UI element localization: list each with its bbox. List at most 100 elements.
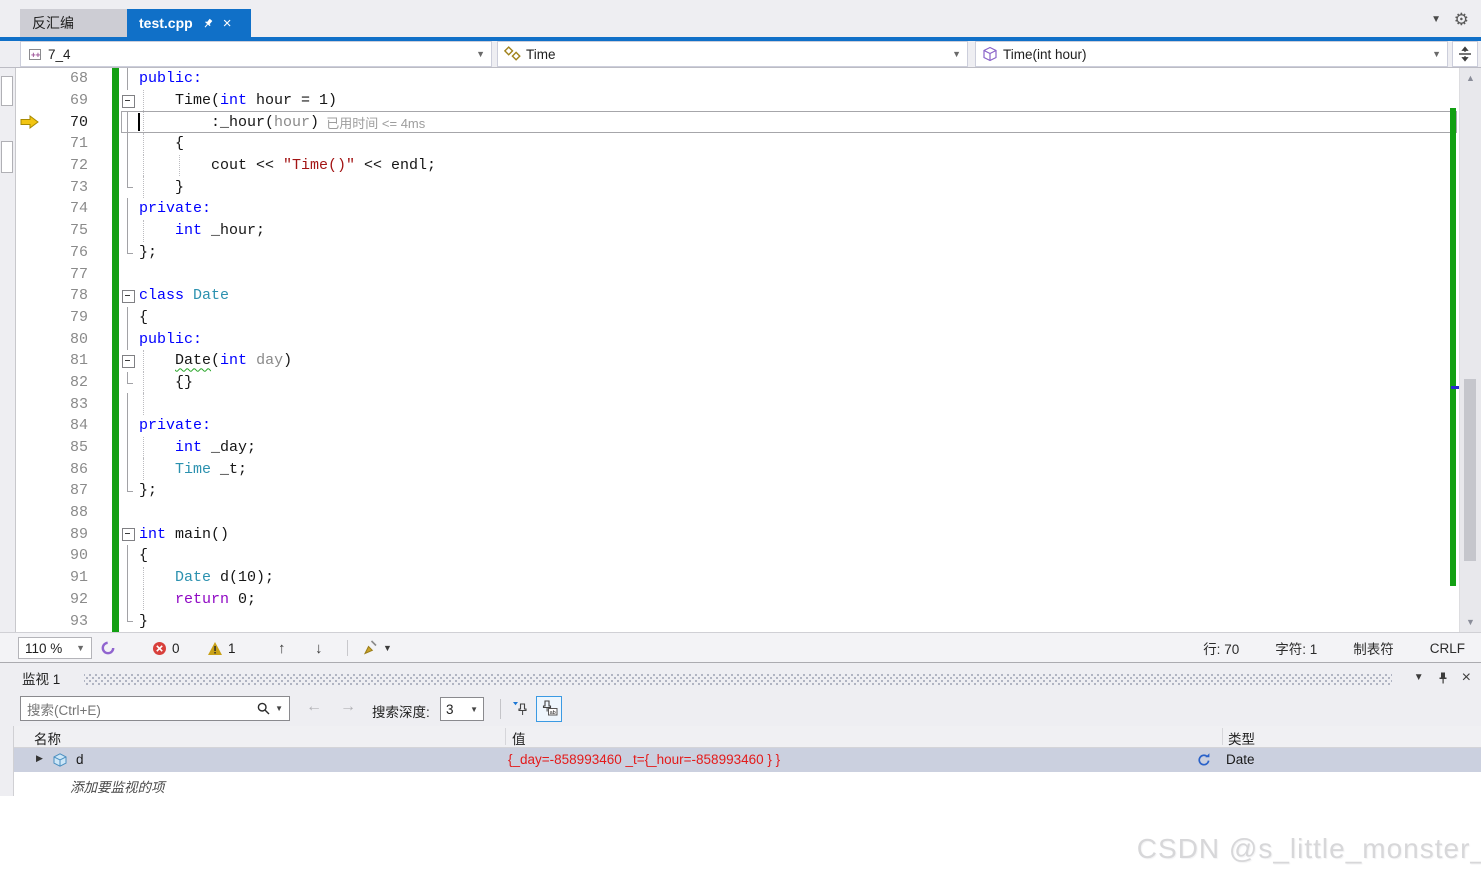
status-column[interactable]: 字符: 1: [1275, 638, 1317, 658]
code-text[interactable]: public:: [137, 328, 1459, 350]
column-header-type[interactable]: 类型: [1228, 728, 1255, 748]
autohide-tab[interactable]: [1, 76, 13, 106]
breakpoint-margin[interactable]: [16, 458, 44, 480]
code-line-83[interactable]: 83: [16, 393, 1459, 415]
tab-disassembly[interactable]: 反汇编: [20, 9, 127, 37]
split-window-icon[interactable]: [1452, 41, 1478, 67]
code-text[interactable]: {}: [137, 371, 1459, 394]
type-dropdown[interactable]: Time ▼: [497, 41, 968, 67]
code-text[interactable]: [137, 393, 1459, 415]
code-line-75[interactable]: 75 int _hour;: [16, 219, 1459, 242]
code-line-71[interactable]: 71 {: [16, 133, 1459, 155]
code-line-76[interactable]: 76};: [16, 241, 1459, 264]
code-line-84[interactable]: 84 private:: [16, 415, 1459, 437]
code-line-87[interactable]: 87};: [16, 480, 1459, 502]
breakpoint-margin[interactable]: [16, 155, 44, 177]
refresh-icon[interactable]: [1196, 752, 1212, 773]
code-text[interactable]: Date d(10);: [137, 566, 1459, 589]
zoom-dropdown[interactable]: 110 % ▼: [18, 637, 92, 659]
member-dropdown[interactable]: Time(int hour) ▼: [975, 41, 1448, 67]
project-dropdown[interactable]: ++ 7_4 ▼: [20, 41, 492, 67]
code-line-72[interactable]: 72 cout << "Time()" << endl;: [16, 154, 1459, 177]
scroll-up-icon[interactable]: ▲: [1460, 73, 1481, 83]
editor-scrollbar[interactable]: ▲ ▼: [1459, 68, 1481, 632]
code-line-74[interactable]: 74 private:: [16, 198, 1459, 220]
code-text[interactable]: {: [137, 545, 1459, 567]
breakpoint-margin[interactable]: [16, 523, 44, 545]
code-line-78[interactable]: 78 class Date: [16, 284, 1459, 307]
code-line-92[interactable]: 92 return 0;: [16, 588, 1459, 611]
code-text[interactable]: Time(int hour = 1): [137, 89, 1459, 112]
code-line-90[interactable]: 90 {: [16, 545, 1459, 567]
code-cleanup-button[interactable]: ▼: [362, 637, 392, 659]
close-icon[interactable]: ×: [1462, 669, 1471, 687]
up-arrow-icon[interactable]: ↑: [278, 637, 286, 659]
code-line-80[interactable]: 80 public:: [16, 328, 1459, 350]
pin-icon[interactable]: [202, 17, 214, 30]
breakpoint-margin[interactable]: [16, 589, 44, 611]
close-icon[interactable]: ×: [223, 16, 232, 31]
code-text[interactable]: class Date: [137, 285, 1459, 307]
breakpoint-margin[interactable]: [16, 307, 44, 329]
breakpoint-margin[interactable]: [16, 372, 44, 394]
code-text[interactable]: {: [137, 307, 1459, 329]
code-text[interactable]: cout << "Time()" << endl;: [137, 154, 1459, 177]
gear-icon[interactable]: ⚙: [1454, 10, 1469, 30]
code-text[interactable]: int _day;: [137, 436, 1459, 459]
code-text[interactable]: Time _t;: [137, 458, 1459, 481]
breakpoint-margin[interactable]: [16, 90, 44, 112]
window-position-icon[interactable]: ▼: [1414, 672, 1424, 683]
scrollbar-thumb[interactable]: [1464, 379, 1476, 561]
error-indicator[interactable]: 0: [152, 637, 180, 659]
chevron-down-icon[interactable]: ▼: [1431, 14, 1441, 25]
status-line[interactable]: 行: 70: [1203, 638, 1239, 658]
forward-icon[interactable]: →: [340, 698, 356, 716]
code-text[interactable]: }: [137, 610, 1459, 632]
breakpoint-margin[interactable]: [16, 263, 44, 285]
code-line-77[interactable]: 77: [16, 263, 1459, 285]
code-text[interactable]: int main(): [137, 523, 1459, 545]
column-divider[interactable]: [505, 728, 506, 745]
watch-row-d[interactable]: ▶ d {_day=-858993460 _t={_hour=-858993460 …: [0, 748, 1481, 772]
breakpoint-margin[interactable]: [16, 68, 44, 90]
fold-collapse-icon[interactable]: [119, 90, 137, 112]
warning-indicator[interactable]: 1: [207, 637, 236, 659]
breakpoint-margin[interactable]: [16, 502, 44, 524]
code-text[interactable]: int _hour;: [137, 219, 1459, 242]
column-header-name[interactable]: 名称: [34, 728, 61, 748]
code-text[interactable]: };: [137, 242, 1459, 264]
tab-test-cpp[interactable]: test.cpp ×: [127, 9, 251, 37]
code-editor[interactable]: 68 public: 69 Time(int hour = 1) 70 :_hour(…: [0, 68, 1481, 632]
breakpoint-margin[interactable]: [16, 393, 44, 415]
code-text[interactable]: };: [137, 480, 1459, 502]
search-depth-dropdown[interactable]: 3 ▼: [440, 697, 484, 721]
code-line-85[interactable]: 85 int _day;: [16, 436, 1459, 459]
code-text[interactable]: private:: [137, 415, 1459, 437]
code-line-82[interactable]: 82 {}: [16, 371, 1459, 394]
breakpoint-margin[interactable]: [16, 133, 44, 155]
pin-ab-icon[interactable]: ab: [536, 696, 562, 722]
code-text[interactable]: :_hour(hour) 已用时间 <= 4ms: [121, 111, 1459, 134]
watch-value[interactable]: {_day=-858993460 _t={_hour=-858993460 } …: [508, 752, 780, 767]
code-line-69[interactable]: 69 Time(int hour = 1): [16, 89, 1459, 112]
fold-collapse-icon[interactable]: [119, 285, 137, 307]
code-health-icon[interactable]: [100, 637, 116, 659]
code-line-86[interactable]: 86 Time _t;: [16, 458, 1459, 481]
column-header-value[interactable]: 值: [512, 728, 526, 748]
breakpoint-margin[interactable]: [16, 567, 44, 589]
back-icon[interactable]: ←: [306, 698, 322, 716]
column-divider[interactable]: [1222, 728, 1223, 745]
autohide-tab[interactable]: [1, 141, 13, 173]
code-line-79[interactable]: 79 {: [16, 306, 1459, 329]
breakpoint-margin[interactable]: [16, 350, 44, 372]
breakpoint-margin[interactable]: [16, 480, 44, 502]
watch-name[interactable]: d: [76, 752, 84, 767]
scroll-down-icon[interactable]: ▼: [1460, 617, 1481, 627]
code-text[interactable]: private:: [137, 198, 1459, 220]
breakpoint-margin[interactable]: [16, 545, 44, 567]
breakpoint-margin[interactable]: [16, 610, 44, 632]
fold-collapse-icon[interactable]: [119, 350, 137, 372]
code-text[interactable]: public:: [137, 68, 1459, 90]
pin-icon[interactable]: [1436, 671, 1450, 685]
breakpoint-margin[interactable]: [16, 285, 44, 307]
